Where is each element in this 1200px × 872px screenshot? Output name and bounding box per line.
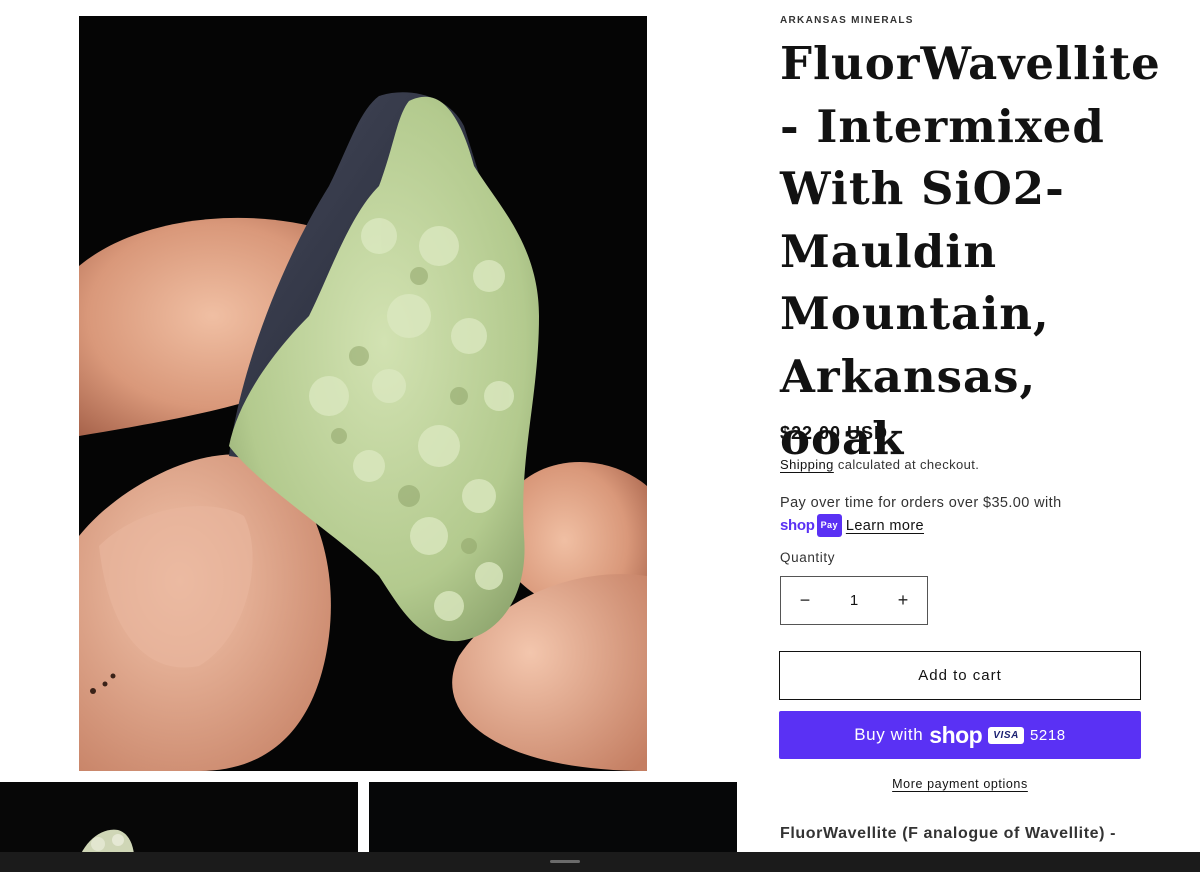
shop-pay-wordmark: shop (929, 721, 983, 748)
shipping-note-text: calculated at checkout. (833, 457, 980, 472)
specimen-photo-illustration (79, 16, 647, 771)
product-vendor: ARKANSAS MINERALS (780, 15, 914, 26)
quantity-label: Quantity (780, 550, 836, 565)
learn-more-link[interactable]: Learn more (846, 518, 924, 534)
quantity-input[interactable] (832, 591, 876, 610)
product-price: $22.00 USD (780, 423, 889, 443)
installments-banner: Pay over time for orders over $35.00 wit… (780, 493, 1110, 537)
installments-text: Pay over time for orders over $35.00 wit… (780, 495, 1062, 511)
quantity-stepper: − + (780, 576, 928, 625)
main-product-image[interactable] (79, 16, 647, 771)
drag-handle-icon[interactable] (550, 860, 580, 863)
shipping-link[interactable]: Shipping (780, 457, 834, 472)
bottom-browser-bar (0, 852, 1200, 872)
shipping-note: Shipping calculated at checkout. (780, 457, 979, 472)
more-payment-options-link[interactable]: More payment options (779, 777, 1141, 791)
quantity-decrease-button[interactable]: − (781, 577, 829, 624)
shop-pay-badge: Pay (816, 514, 842, 537)
visa-card-icon: VISA (988, 726, 1024, 744)
add-to-cart-button[interactable]: Add to cart (779, 651, 1141, 700)
quantity-increase-button[interactable]: + (879, 577, 927, 624)
card-last-digits: 5218 (1029, 726, 1066, 744)
product-description: FluorWavellite (F analogue of Wavellite)… (780, 825, 1117, 842)
buy-with-label: Buy with (854, 725, 924, 744)
buy-with-shop-button[interactable]: Buy with shop VISA 5218 (779, 711, 1141, 759)
product-title: FluorWavellite - Intermixed With SiO2- M… (780, 37, 1161, 465)
shop-pay-logo: shop (780, 517, 815, 534)
